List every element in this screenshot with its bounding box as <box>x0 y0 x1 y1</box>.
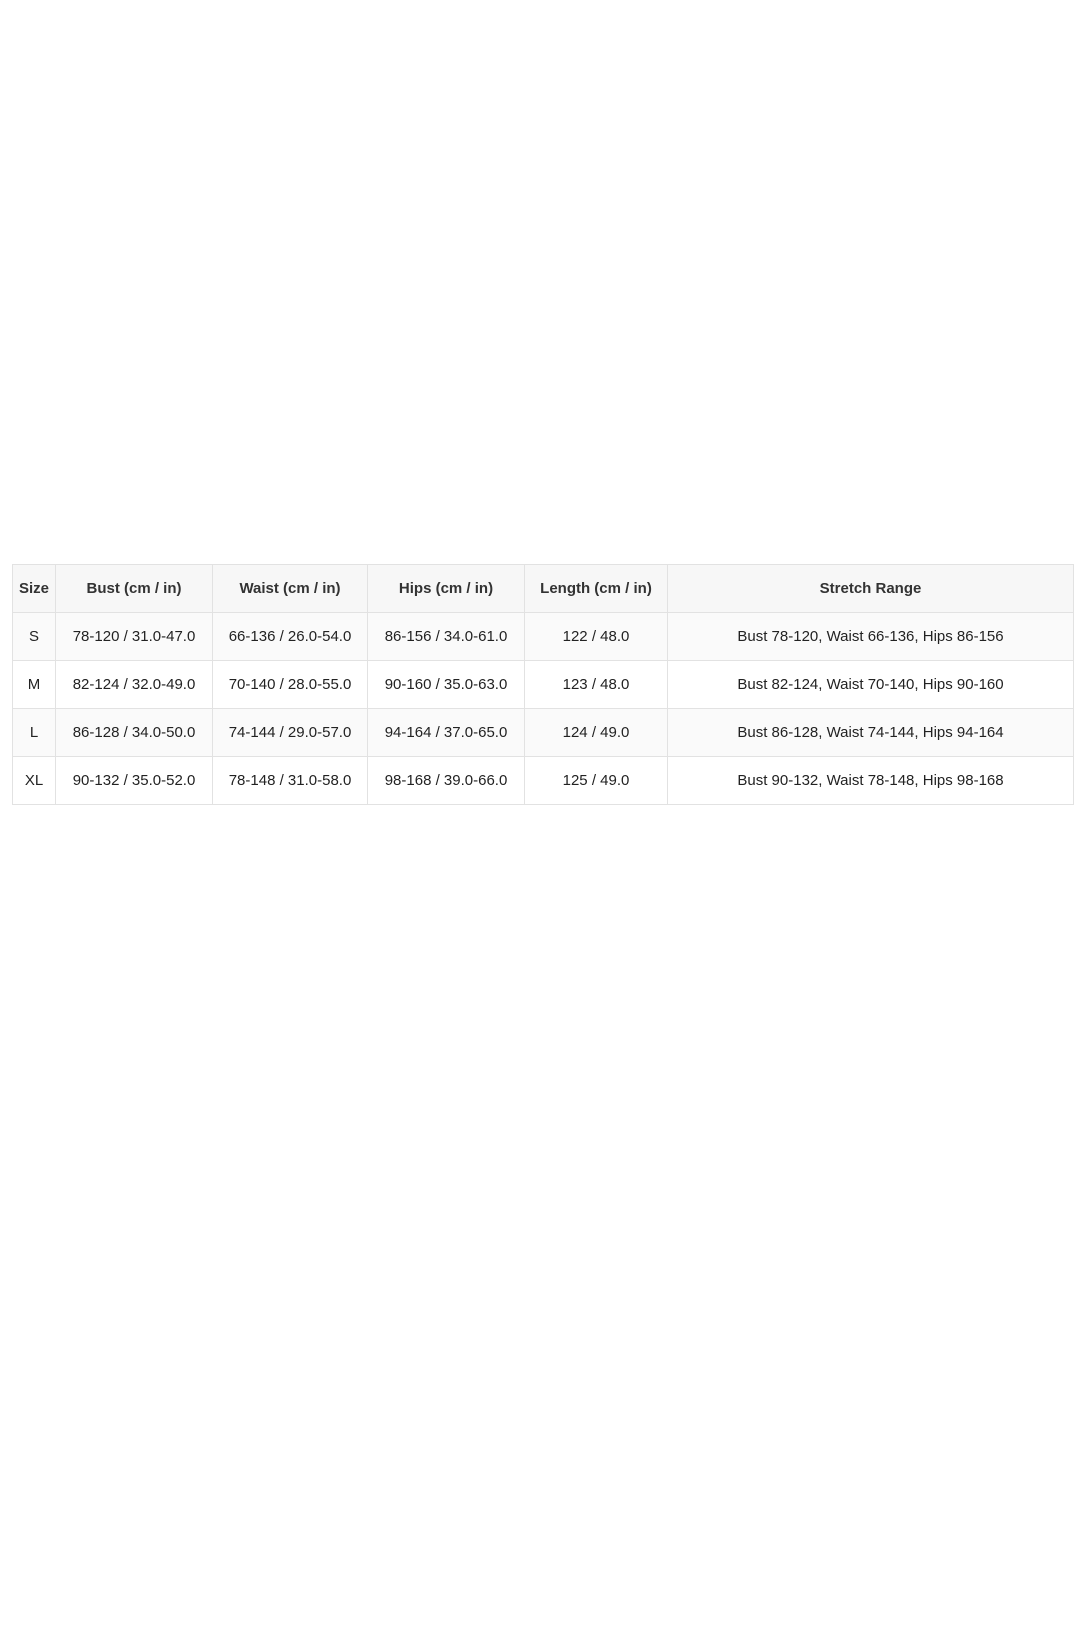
header-stretch-range: Stretch Range <box>667 564 1074 613</box>
table-row-xl: XL 90-132 / 35.0-52.0 78-148 / 31.0-58.0… <box>12 756 1074 805</box>
cell-bust: 78-120 / 31.0-47.0 <box>55 612 213 661</box>
header-bust: Bust (cm / in) <box>55 564 213 613</box>
cell-hips: 90-160 / 35.0-63.0 <box>367 660 525 709</box>
cell-length: 123 / 48.0 <box>524 660 668 709</box>
header-row: Size Bust (cm / in) Waist (cm / in) Hips… <box>12 564 1074 613</box>
cell-waist: 78-148 / 31.0-58.0 <box>212 756 368 805</box>
cell-bust: 90-132 / 35.0-52.0 <box>55 756 213 805</box>
header-length: Length (cm / in) <box>524 564 668 613</box>
cell-waist: 74-144 / 29.0-57.0 <box>212 708 368 757</box>
size-chart-header: Size Bust (cm / in) Waist (cm / in) Hips… <box>12 564 1074 613</box>
cell-hips: 86-156 / 34.0-61.0 <box>367 612 525 661</box>
size-chart-table: Size Bust (cm / in) Waist (cm / in) Hips… <box>12 564 1074 805</box>
cell-size: L <box>12 708 56 757</box>
cell-length: 124 / 49.0 <box>524 708 668 757</box>
cell-size: XL <box>12 756 56 805</box>
cell-hips: 94-164 / 37.0-65.0 <box>367 708 525 757</box>
table-row-m: M 82-124 / 32.0-49.0 70-140 / 28.0-55.0 … <box>12 660 1074 709</box>
cell-length: 122 / 48.0 <box>524 612 668 661</box>
cell-stretch-range: Bust 82-124, Waist 70-140, Hips 90-160 <box>667 660 1074 709</box>
cell-length: 125 / 49.0 <box>524 756 668 805</box>
header-waist: Waist (cm / in) <box>212 564 368 613</box>
cell-stretch-range: Bust 78-120, Waist 66-136, Hips 86-156 <box>667 612 1074 661</box>
cell-size: S <box>12 612 56 661</box>
cell-bust: 86-128 / 34.0-50.0 <box>55 708 213 757</box>
header-size: Size <box>12 564 56 613</box>
cell-bust: 82-124 / 32.0-49.0 <box>55 660 213 709</box>
table-row-l: L 86-128 / 34.0-50.0 74-144 / 29.0-57.0 … <box>12 708 1074 757</box>
cell-waist: 66-136 / 26.0-54.0 <box>212 612 368 661</box>
cell-size: M <box>12 660 56 709</box>
cell-waist: 70-140 / 28.0-55.0 <box>212 660 368 709</box>
size-chart-body: S 78-120 / 31.0-47.0 66-136 / 26.0-54.0 … <box>12 612 1074 805</box>
cell-stretch-range: Bust 90-132, Waist 78-148, Hips 98-168 <box>667 756 1074 805</box>
cell-hips: 98-168 / 39.0-66.0 <box>367 756 525 805</box>
cell-stretch-range: Bust 86-128, Waist 74-144, Hips 94-164 <box>667 708 1074 757</box>
table-row-s: S 78-120 / 31.0-47.0 66-136 / 26.0-54.0 … <box>12 612 1074 661</box>
header-hips: Hips (cm / in) <box>367 564 525 613</box>
